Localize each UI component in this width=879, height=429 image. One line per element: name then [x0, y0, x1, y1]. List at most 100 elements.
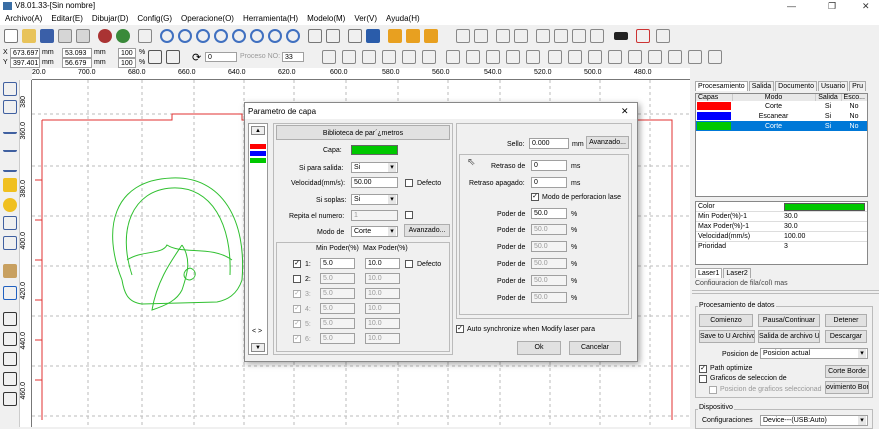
device-select[interactable]: Device---(USB:Auto): [760, 415, 868, 426]
corner-tr-icon[interactable]: [568, 50, 582, 64]
menu-archivo[interactable]: Archivo(A): [0, 12, 46, 25]
auto-sync-checkbox[interactable]: ✓: [456, 325, 464, 333]
power-6-min[interactable]: 5.0: [320, 333, 355, 344]
align-top-icon[interactable]: [362, 50, 376, 64]
node-icon[interactable]: [3, 100, 17, 114]
poder-field-4[interactable]: 50.0: [531, 258, 567, 269]
power-1-checkbox[interactable]: ✓: [293, 260, 301, 268]
sort-icon[interactable]: [514, 29, 528, 43]
path-optimize-checkbox[interactable]: ✓: [699, 365, 707, 373]
undo-icon[interactable]: [98, 29, 112, 43]
output-select[interactable]: Si: [351, 162, 398, 173]
repeat-checkbox[interactable]: [405, 211, 413, 219]
laser-head-icon[interactable]: [614, 32, 628, 40]
zoom-out-icon[interactable]: [178, 29, 192, 43]
power-3-checkbox[interactable]: ✓: [293, 290, 301, 298]
poder-field-1[interactable]: 50.0: [531, 208, 567, 219]
open-folder-icon[interactable]: [22, 29, 36, 43]
poder-field-3[interactable]: 50.0: [531, 241, 567, 252]
menu-config[interactable]: Config(G): [132, 12, 176, 25]
scale-y-field[interactable]: 100: [118, 58, 136, 68]
selected-graphics-checkbox[interactable]: [699, 375, 707, 383]
prop-color-swatch[interactable]: [784, 202, 865, 211]
poder-field-2[interactable]: 50.0: [531, 224, 567, 235]
curve-icon[interactable]: [456, 29, 470, 43]
tab-usuario[interactable]: Usuario: [817, 81, 849, 91]
speed-field[interactable]: 50.00: [351, 177, 398, 188]
menu-ver[interactable]: Ver(V): [349, 12, 381, 25]
x-field[interactable]: 673.697: [10, 48, 40, 58]
layer-row[interactable]: Escanear Si No: [696, 111, 867, 121]
power-default-checkbox[interactable]: [405, 260, 413, 268]
redo-icon[interactable]: [116, 29, 130, 43]
polyline-icon[interactable]: [3, 138, 17, 152]
align-left-icon[interactable]: [322, 50, 336, 64]
select-icon[interactable]: [138, 29, 152, 43]
group-icon[interactable]: [3, 392, 17, 406]
text-icon[interactable]: [3, 216, 17, 230]
scroll-up-icon[interactable]: ▲: [251, 126, 265, 135]
rectangle-icon[interactable]: [3, 178, 17, 192]
power-3-max[interactable]: 10.0: [365, 288, 400, 299]
mirror-h-icon[interactable]: [3, 332, 17, 346]
scroll-down-icon[interactable]: ▼: [251, 343, 265, 352]
array-icon[interactable]: [348, 29, 362, 43]
grid-icon[interactable]: [536, 29, 550, 43]
pointer-icon[interactable]: [3, 82, 17, 96]
power-1-max[interactable]: 10.0: [365, 258, 400, 269]
distribute-h-icon[interactable]: [506, 50, 520, 64]
pen-icon[interactable]: [636, 29, 650, 43]
menu-modelo[interactable]: Modelo(M): [302, 12, 349, 25]
align-tool-icon[interactable]: [3, 372, 17, 386]
dialog-layer-green[interactable]: [250, 158, 266, 163]
seal-field[interactable]: 0.000: [529, 138, 569, 149]
maximize-icon[interactable]: ❐: [828, 0, 836, 12]
corner-bl-icon[interactable]: [588, 50, 602, 64]
puzzle2-icon[interactable]: [406, 29, 420, 43]
new-file-icon[interactable]: [4, 29, 18, 43]
page-center-icon[interactable]: [708, 50, 722, 64]
bmp-icon[interactable]: [474, 29, 488, 43]
zoom-in-icon[interactable]: [160, 29, 174, 43]
y-field[interactable]: 397.401: [10, 58, 40, 68]
screen-icon[interactable]: [366, 29, 380, 43]
minimize-icon[interactable]: —: [787, 0, 796, 12]
layer-row[interactable]: Corte Si No: [696, 101, 867, 111]
menu-editar[interactable]: Editar(E): [46, 12, 87, 25]
start-button[interactable]: Comienzo: [699, 314, 753, 327]
layout-icon[interactable]: [554, 29, 568, 43]
dialog-layer-blue[interactable]: [250, 151, 266, 156]
same-width-icon[interactable]: [446, 50, 460, 64]
zoom-data-icon[interactable]: [268, 29, 282, 43]
power-2-max[interactable]: 10.0: [365, 273, 400, 284]
dialog-close-icon[interactable]: ✕: [621, 106, 629, 117]
poder-field-6[interactable]: 50.0: [531, 292, 567, 303]
splitter[interactable]: [692, 290, 879, 294]
ok-button[interactable]: Ok: [517, 341, 561, 355]
tab-laser1[interactable]: Laser1: [695, 268, 723, 278]
align-center-icon[interactable]: [402, 50, 416, 64]
cut-icon[interactable]: [590, 29, 604, 43]
power-4-max[interactable]: 10.0: [365, 303, 400, 314]
dot-icon[interactable]: [3, 236, 17, 250]
on-delay-field[interactable]: 0: [531, 160, 567, 171]
align-middle-icon[interactable]: [422, 50, 436, 64]
image-icon[interactable]: [3, 264, 17, 278]
cut-border-button[interactable]: Corte Borde: [825, 365, 869, 378]
page-right-icon[interactable]: [648, 50, 662, 64]
align-right-icon[interactable]: [342, 50, 356, 64]
perforation-mode-checkbox[interactable]: ✓: [531, 193, 539, 201]
layer-color-button[interactable]: [351, 145, 398, 155]
power-2-checkbox[interactable]: [293, 275, 301, 283]
zoom-fit-icon[interactable]: [196, 29, 210, 43]
delete-icon[interactable]: [3, 312, 17, 326]
same-height-icon[interactable]: [466, 50, 480, 64]
menu-operacione[interactable]: Operacione(O): [176, 12, 238, 25]
lock-ratio-icon[interactable]: [148, 50, 162, 64]
nav-arrows-icon[interactable]: < >: [252, 328, 262, 335]
power-5-max[interactable]: 10.0: [365, 318, 400, 329]
puzzle-icon[interactable]: [388, 29, 402, 43]
power-2-min[interactable]: 5.0: [320, 273, 355, 284]
line-icon[interactable]: [3, 120, 17, 134]
tab-salida[interactable]: Salida: [748, 81, 775, 91]
